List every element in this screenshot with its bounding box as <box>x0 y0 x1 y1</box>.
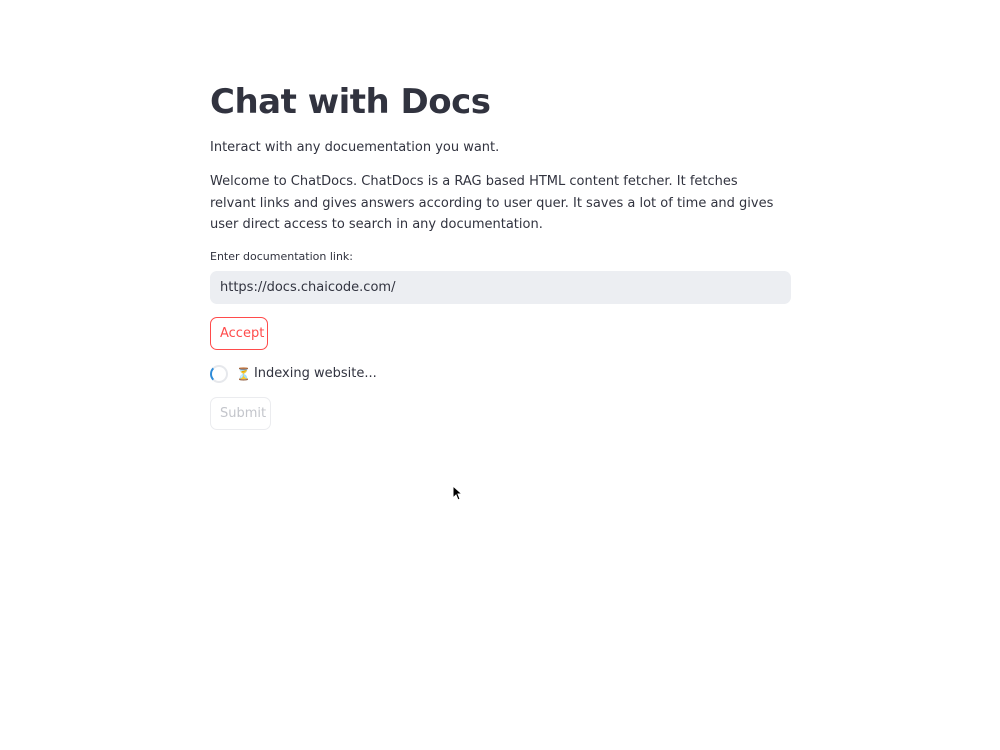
page-title: Chat with Docs <box>210 82 491 122</box>
page-description: Welcome to ChatDocs. ChatDocs is a RAG b… <box>210 174 774 232</box>
page-subtitle: Interact with any docuementation you wan… <box>210 140 500 155</box>
indexing-status: ⏳ Indexing website... <box>210 364 377 384</box>
submit-button[interactable]: Submit <box>210 397 271 430</box>
accept-button[interactable]: Accept <box>210 317 268 350</box>
documentation-link-label: Enter documentation link: <box>210 250 353 263</box>
documentation-link-input[interactable] <box>210 271 791 304</box>
mouse-pointer-icon <box>452 485 462 501</box>
indexing-status-text: Indexing website... <box>253 366 377 381</box>
hourglass-icon: ⏳ <box>236 367 251 381</box>
spinner-icon <box>210 365 228 383</box>
